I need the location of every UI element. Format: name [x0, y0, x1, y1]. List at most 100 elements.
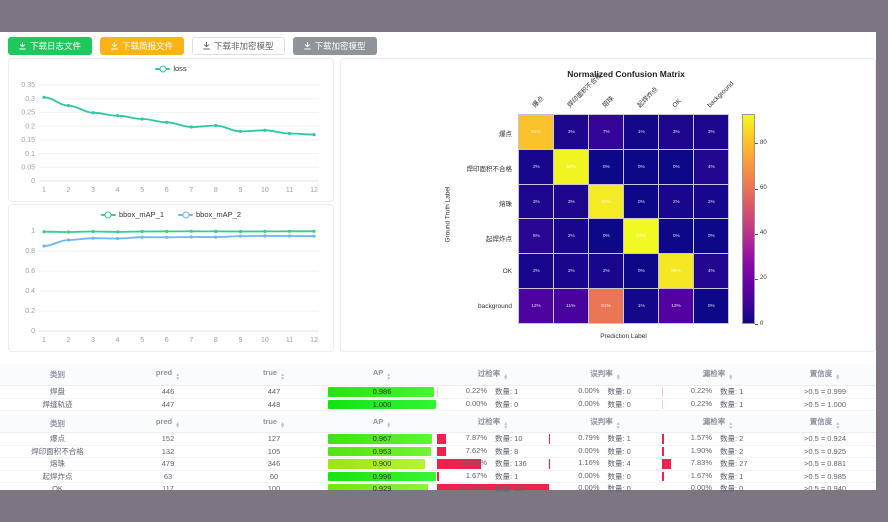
svg-text:10: 10 [261, 337, 269, 344]
column-header-label: 置信度 [810, 417, 833, 426]
cm-cell-r1-c1: 92% [554, 150, 588, 184]
map-chart-legend: bbox_mAP_1 bbox_mAP_2 [9, 210, 333, 219]
pred-cell: 446 [115, 386, 221, 399]
sort-caret-icon[interactable]: ▲▼ [503, 423, 508, 430]
column-header-2[interactable]: true▲▼ [221, 414, 327, 433]
missdetect-cell: 0.22%数量: 1 [662, 398, 774, 411]
missdetect-cell: 0.22%数量: 1 [662, 386, 774, 399]
sort-caret-icon[interactable]: ▲▼ [386, 374, 391, 381]
svg-text:11: 11 [286, 187, 293, 194]
column-header-6[interactable]: 漏检率▲▼ [662, 414, 774, 433]
sort-caret-icon[interactable]: ▲▼ [386, 423, 391, 430]
download-report-file-button[interactable]: 下载简报文件 [100, 37, 184, 55]
rate-count: 数量: 1 [720, 386, 764, 397]
sort-caret-icon[interactable]: ▲▼ [503, 375, 508, 382]
column-header-7[interactable]: 置信度▲▼ [774, 414, 876, 433]
ap-cell: 0.953 [327, 445, 437, 458]
download-encrypted-model-label: 下载加密模型 [315, 40, 366, 52]
svg-text:0.35: 0.35 [21, 82, 35, 89]
column-header-1[interactable]: pred▲▼ [115, 364, 221, 386]
colorbar-tick-mark [755, 324, 758, 325]
confidence-cell: >0.5 = 0.985 [774, 470, 876, 483]
loss-chart-legend: loss [9, 64, 333, 73]
svg-text:5: 5 [140, 187, 144, 194]
ap-value: 1.000 [327, 400, 437, 409]
column-header-label: 类别 [50, 370, 65, 379]
rate-percent: 1.67% [672, 471, 712, 482]
svg-text:0.8: 0.8 [25, 248, 35, 255]
svg-text:2: 2 [67, 337, 71, 344]
misjudge-cell: 0.79%数量: 1 [549, 433, 662, 446]
column-header-4[interactable]: 过检率▲▼ [437, 414, 549, 433]
missdetect-cell: 1.57%数量: 2 [662, 433, 774, 446]
cm-cell-r1-c3: 0% [624, 150, 658, 184]
cm-cell-r1-c5: 4% [694, 150, 728, 184]
column-header-2[interactable]: true▲▼ [221, 364, 327, 386]
sort-caret-icon[interactable]: ▲▼ [835, 423, 840, 430]
toolbar: 下载日志文件 下载简报文件 下载非加密模型 下载加密模型 [8, 37, 377, 55]
cm-cell-r2-c3: 0% [624, 185, 658, 219]
ap-value: 0.967 [327, 434, 437, 443]
colorbar-tick-mark [755, 279, 758, 280]
svg-text:8: 8 [214, 337, 218, 344]
rate-percent: 0.00% [560, 446, 600, 457]
ap-cell: 1.000 [327, 398, 437, 411]
download-unencrypted-model-button[interactable]: 下载非加密模型 [192, 37, 285, 55]
column-header-6[interactable]: 漏检率▲▼ [662, 364, 774, 386]
sort-caret-icon[interactable]: ▲▼ [616, 375, 621, 382]
download-encrypted-model-button[interactable]: 下载加密模型 [293, 37, 377, 55]
cm-cell-r5-c4: 13% [659, 289, 693, 323]
column-header-4[interactable]: 过检率▲▼ [437, 364, 549, 386]
sort-caret-icon[interactable]: ▲▼ [175, 423, 180, 430]
confusion-matrix-card: Normalized Confusion Matrix Ground Truth… [340, 58, 876, 352]
column-header-5[interactable]: 误判率▲▼ [549, 364, 662, 386]
cm-row-label: 焊印面积不合格 [392, 163, 512, 173]
rate-count: 数量: 1 [495, 471, 539, 482]
svg-text:7: 7 [189, 337, 193, 344]
column-header-3[interactable]: AP▲▼ [327, 414, 437, 433]
sort-caret-icon[interactable]: ▲▼ [728, 375, 733, 382]
ap-value: 0.900 [327, 459, 437, 468]
summary-table-classes: 类别pred▲▼true▲▼AP▲▼过检率▲▼误判率▲▼漏检率▲▼置信度▲▼爆点… [0, 414, 876, 496]
cm-cell-r5-c1: 11% [554, 289, 588, 323]
column-header-7[interactable]: 置信度▲▼ [774, 364, 876, 386]
ap-value: 0.986 [327, 387, 437, 396]
column-header-label: 过检率 [478, 417, 501, 426]
loss-chart: 00.050.10.150.20.250.30.3512345678910111… [9, 59, 331, 199]
sort-caret-icon[interactable]: ▲▼ [280, 374, 285, 381]
cm-cell-r3-c0: 5% [519, 219, 553, 253]
overdetect-cell: 0.00%数量: 0 [437, 398, 549, 411]
legend-marker-icon [155, 68, 170, 70]
svg-text:0.3: 0.3 [25, 96, 35, 103]
sort-caret-icon[interactable]: ▲▼ [280, 423, 285, 430]
svg-text:2: 2 [67, 187, 71, 194]
sort-caret-icon[interactable]: ▲▼ [835, 375, 840, 382]
overdetect-cell: 0.22%数量: 1 [437, 386, 549, 399]
pred-cell: 63 [115, 470, 221, 483]
column-header-1[interactable]: pred▲▼ [115, 414, 221, 433]
cm-cell-r4-c1: 2% [554, 254, 588, 288]
svg-text:5: 5 [140, 337, 144, 344]
legend-label: loss [173, 64, 186, 73]
cm-cell-r3-c3: 93% [624, 219, 658, 253]
svg-text:9: 9 [238, 337, 242, 344]
class-name-cell: 焊盘 [0, 386, 115, 399]
column-header-3[interactable]: AP▲▼ [327, 364, 437, 386]
colorbar-tick-label: 60 [760, 185, 767, 191]
column-header-5[interactable]: 误判率▲▼ [549, 414, 662, 433]
legend-item-loss[interactable]: loss [155, 64, 186, 73]
true-cell: 448 [221, 398, 327, 411]
column-header-0: 类别 [0, 364, 115, 386]
cm-row-label: background [392, 303, 512, 310]
cm-cell-r0-c0: 81% [519, 115, 553, 149]
sort-caret-icon[interactable]: ▲▼ [728, 423, 733, 430]
missdetect-cell: 0.00%数量: 0 [662, 483, 774, 496]
cm-col-label: 熔珠 [601, 94, 617, 110]
true-cell: 346 [221, 458, 327, 471]
legend-item-bbox_mAP_2[interactable]: bbox_mAP_2 [178, 210, 241, 219]
sort-caret-icon[interactable]: ▲▼ [616, 423, 621, 430]
download-log-file-button[interactable]: 下载日志文件 [8, 37, 92, 55]
sort-caret-icon[interactable]: ▲▼ [175, 374, 180, 381]
rate-percent: 1.90% [672, 446, 712, 457]
legend-item-bbox_mAP_1[interactable]: bbox_mAP_1 [101, 210, 164, 219]
